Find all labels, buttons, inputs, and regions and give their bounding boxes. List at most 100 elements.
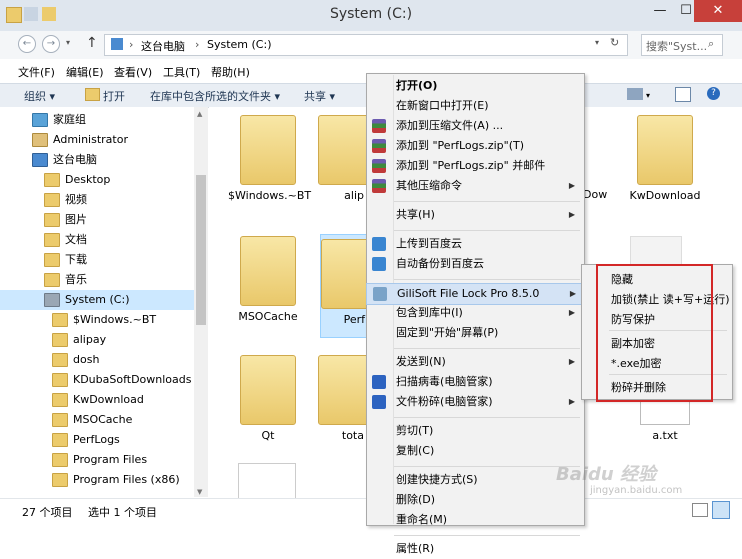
folder-item[interactable]: alip	[318, 115, 366, 202]
share-button[interactable]: 共享 ▾	[304, 88, 335, 104]
scroll-up-icon[interactable]: ▲	[197, 110, 202, 118]
context-menu-label: 打开(O)	[396, 79, 438, 92]
preview-pane-icon[interactable]	[675, 87, 691, 102]
folder-item[interactable]: MSOCache	[228, 236, 308, 323]
context-menu-item[interactable]: GiliSoft File Lock Pro 8.5.0 ▶	[366, 283, 585, 305]
tree-item[interactable]: KDubaSoftDownloads	[0, 370, 194, 390]
view-options-icon[interactable]	[627, 88, 643, 100]
tree-item[interactable]: Program Files (x86)	[0, 470, 194, 490]
context-menu-item[interactable]: 固定到"开始"屏幕(P)	[366, 323, 583, 343]
context-menu-label: 扫描病毒(电脑管家)	[396, 375, 493, 388]
large-icons-view-icon[interactable]	[712, 501, 730, 519]
tree-item[interactable]: 这台电脑	[0, 150, 194, 170]
tree-item[interactable]: MSOCache	[0, 410, 194, 430]
context-menu-label: 复制(C)	[396, 444, 435, 457]
forward-button[interactable]: →	[42, 35, 60, 53]
context-menu-item[interactable]: 在新窗口中打开(E)	[366, 96, 583, 116]
menu-file[interactable]: 文件(F)	[18, 64, 55, 80]
tree-item-label: Desktop	[65, 173, 111, 186]
menu-view[interactable]: 查看(V)	[114, 64, 152, 80]
close-button[interactable]: ✕	[694, 0, 742, 22]
tree-item-label: Program Files (x86)	[73, 473, 180, 486]
breadcrumb-this-pc[interactable]: 这台电脑	[141, 38, 185, 54]
tree-item[interactable]: $Windows.~BT	[0, 310, 194, 330]
context-menu-item[interactable]: 添加到压缩文件(A) ...	[366, 116, 583, 136]
help-icon[interactable]: ?	[707, 87, 720, 100]
folder-icon	[44, 233, 60, 247]
details-view-icon[interactable]	[692, 503, 708, 517]
context-menu-label: 共享(H)	[396, 208, 435, 221]
file-thumbnail[interactable]	[238, 463, 296, 498]
context-menu-item[interactable]: 其他压缩命令 ▶	[366, 176, 583, 196]
menu-tools[interactable]: 工具(T)	[163, 64, 200, 80]
context-menu-label: 自动备份到百度云	[396, 257, 484, 270]
context-menu-label: 在新窗口中打开(E)	[396, 99, 489, 112]
open-button[interactable]: 打开	[103, 88, 125, 104]
tree-item[interactable]: Desktop	[0, 170, 194, 190]
context-menu-item[interactable]: 属性(R)	[366, 539, 583, 559]
context-menu-item[interactable]: 打开(O)	[366, 76, 583, 96]
tree-item-label: 图片	[65, 213, 87, 226]
tree-item[interactable]: PerfLogs	[0, 430, 194, 450]
file-name: a.txt	[652, 429, 678, 442]
include-in-library-button[interactable]: 在库中包含所选的文件夹 ▾	[150, 88, 280, 104]
address-dropdown-icon[interactable]: ▾	[595, 38, 599, 47]
tree-item[interactable]: 图片	[0, 210, 194, 230]
folder-icon	[240, 115, 296, 185]
folder-icon	[52, 313, 68, 327]
folder-item-selected[interactable]: Perf	[320, 234, 368, 338]
context-menu-item[interactable]: 上传到百度云	[366, 234, 583, 254]
search-icon[interactable]: ⌕	[708, 37, 714, 51]
folder-name: MSOCache	[238, 310, 298, 323]
address-bar[interactable]: › 这台电脑 › System (C:) ▾ ↻	[104, 34, 628, 56]
tree-item[interactable]: Administrator	[0, 130, 194, 150]
context-menu-item[interactable]: 复制(C)	[366, 441, 583, 461]
up-button[interactable]: ↑	[86, 35, 98, 51]
context-menu-item[interactable]: 删除(D)	[366, 490, 583, 510]
search-input[interactable]: 搜索"Syst... ⌕	[641, 34, 723, 56]
folder-item[interactable]: tota	[318, 355, 366, 442]
tree-item[interactable]: 家庭组	[0, 110, 194, 130]
folder-icon	[52, 373, 68, 387]
folder-item[interactable]: KwDownload	[625, 115, 705, 202]
tree-item[interactable]: alipay	[0, 330, 194, 350]
submenu-arrow-icon: ▶	[568, 357, 575, 366]
context-menu-label: 添加到压缩文件(A) ...	[396, 119, 504, 132]
scroll-down-icon[interactable]: ▼	[197, 488, 202, 496]
refresh-icon[interactable]: ↻	[610, 36, 619, 49]
folder-item[interactable]: $Windows.~BT	[228, 115, 311, 202]
tree-item[interactable]: 视频	[0, 190, 194, 210]
folder-tree: 家庭组 Administrator 这台电脑 Desktop 视频图片文档 下载 音乐 Sys…	[0, 110, 194, 490]
view-dropdown-icon[interactable]: ▾	[646, 91, 650, 100]
organize-button[interactable]: 组织 ▾	[24, 88, 55, 104]
context-menu-item[interactable]: 重命名(M)	[366, 510, 583, 530]
context-menu-item[interactable]: 共享(H) ▶	[366, 205, 583, 225]
rar-icon	[372, 159, 386, 173]
drive-icon	[44, 293, 60, 307]
context-menu-item[interactable]: 发送到(N) ▶	[366, 352, 583, 372]
tree-item[interactable]: 音乐	[0, 270, 194, 290]
menu-edit[interactable]: 编辑(E)	[66, 64, 104, 80]
navigation-scrollbar-thumb[interactable]	[196, 175, 206, 325]
back-button[interactable]: ←	[18, 35, 36, 53]
tree-item[interactable]: dosh	[0, 350, 194, 370]
tree-item[interactable]: 文档	[0, 230, 194, 250]
folder-item[interactable]: Qt	[228, 355, 308, 442]
tree-item[interactable]: 下载	[0, 250, 194, 270]
menu-help[interactable]: 帮助(H)	[211, 64, 250, 80]
context-menu-item[interactable]: 剪切(T)	[366, 421, 583, 441]
recent-dropdown-icon[interactable]: ▾	[66, 38, 70, 47]
context-menu-item[interactable]: 扫描病毒(电脑管家)	[366, 372, 583, 392]
breadcrumb-system-c[interactable]: System (C:)	[207, 38, 272, 51]
tree-item[interactable]: KwDownload	[0, 390, 194, 410]
folder-item[interactable]: Dow	[583, 115, 611, 201]
tree-item[interactable]: Program Files	[0, 450, 194, 470]
context-menu-item[interactable]: 自动备份到百度云	[366, 254, 583, 274]
tree-item[interactable]: System (C:)	[0, 290, 194, 310]
context-menu-item[interactable]: 文件粉碎(电脑管家) ▶	[366, 392, 583, 412]
context-menu-item[interactable]: 包含到库中(I) ▶	[366, 303, 583, 323]
context-menu-item[interactable]: 创建快捷方式(S)	[366, 470, 583, 490]
context-menu-label: 删除(D)	[396, 493, 436, 506]
context-menu-item[interactable]: 添加到 "PerfLogs.zip"(T)	[366, 136, 583, 156]
context-menu-item[interactable]: 添加到 "PerfLogs.zip" 并邮件	[366, 156, 583, 176]
